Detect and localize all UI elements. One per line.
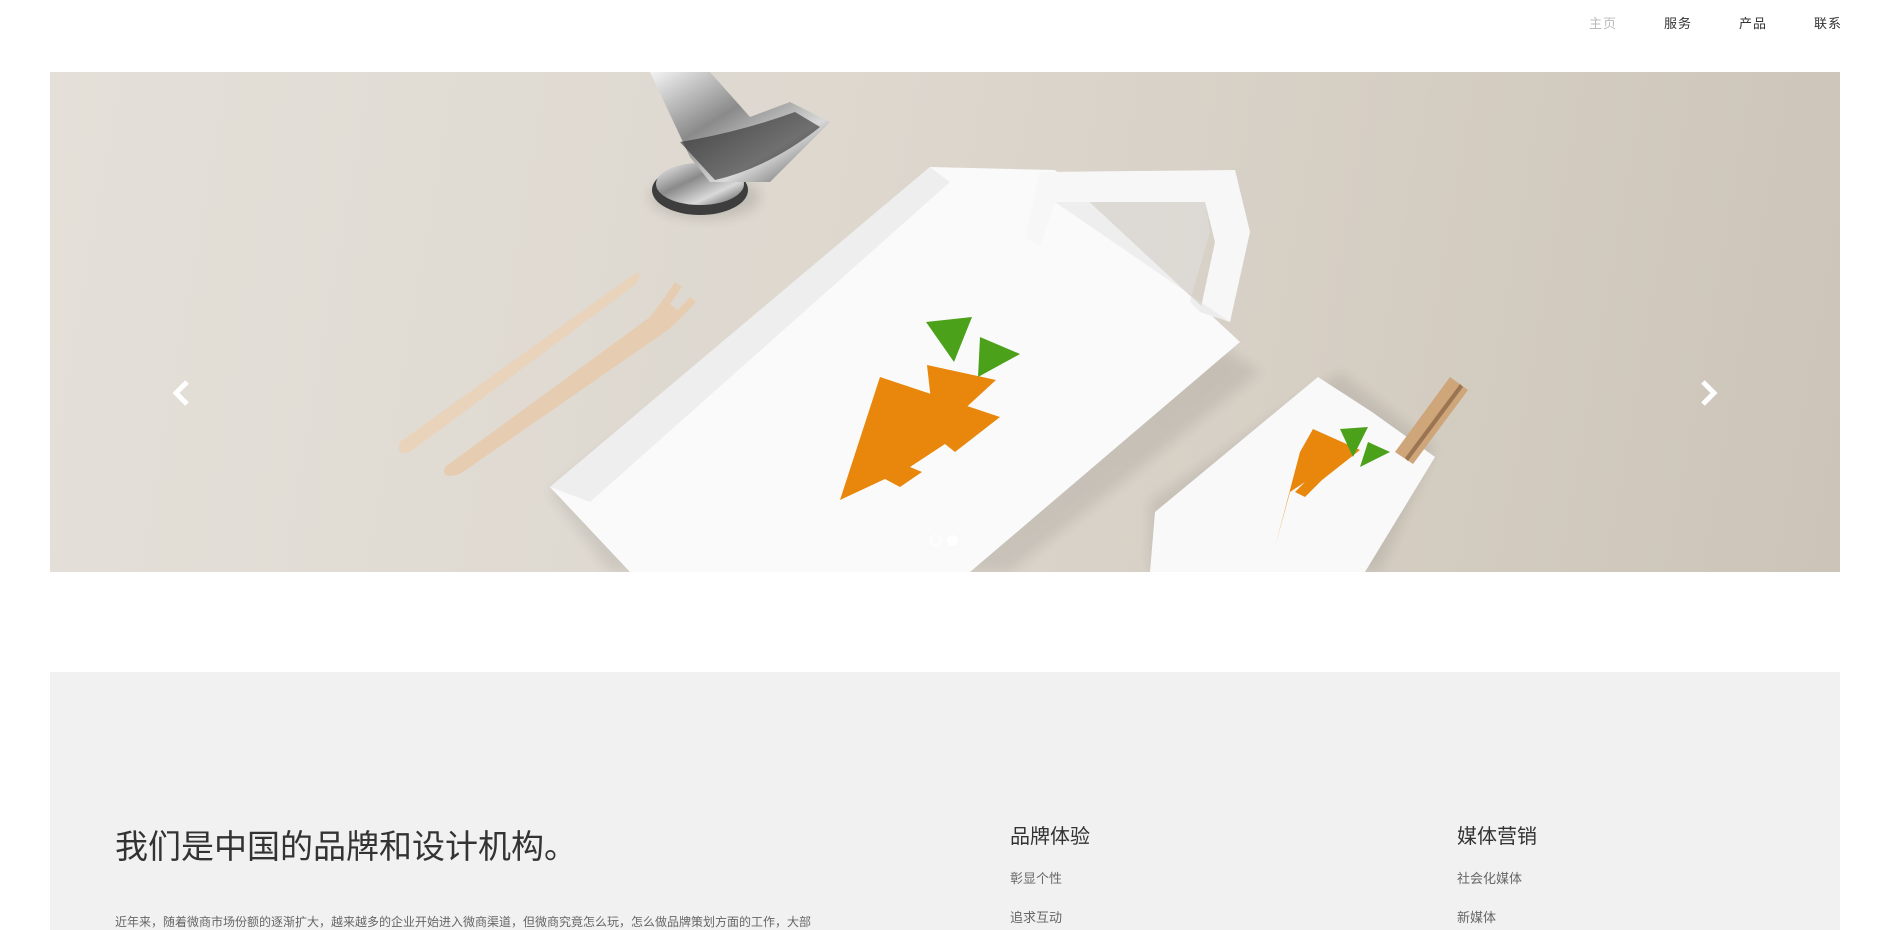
stapler-graphic [650,72,830,219]
list-item[interactable]: 彰显个性 [1010,868,1090,907]
about-heading: 我们是中国的品牌和设计机构。 [115,827,577,866]
carousel-next-arrow-icon[interactable] [1693,378,1723,408]
list-item[interactable]: 社会化媒体 [1457,868,1537,907]
media-marketing-column: 媒体营销 社会化媒体 新媒体 [1457,820,1537,930]
carousel-dot[interactable] [930,535,941,546]
carousel-prev-arrow-icon[interactable] [167,378,197,408]
hero-carousel [50,72,1840,572]
hero-image [398,72,1468,572]
page: 主页 服务 产品 联系 我们是中国的品牌和设计机构。 近年来，随着微商市场份额的… [0,0,1887,930]
nav-item-products[interactable]: 产品 [1739,13,1767,32]
about-paragraph: 近年来，随着微商市场份额的逐渐扩大，越来越多的企业开始进入微商渠道，但微商究竟怎… [115,915,812,929]
column-title: 品牌体验 [1010,824,1090,848]
nav-item-home[interactable]: 主页 [1589,13,1617,32]
list-item[interactable]: 追求互动 [1010,907,1090,930]
paper-bag-graphic [550,167,1250,572]
carousel-indicators [930,535,958,546]
nav-item-services[interactable]: 服务 [1664,13,1692,32]
list-item[interactable]: 新媒体 [1457,907,1537,930]
nav-item-contact[interactable]: 联系 [1814,13,1842,32]
carousel-dot-active[interactable] [947,535,958,546]
top-nav: 主页 服务 产品 联系 [1542,0,1887,44]
column-title: 媒体营销 [1457,824,1537,848]
about-section: 我们是中国的品牌和设计机构。 近年来，随着微商市场份额的逐渐扩大，越来越多的企业… [50,672,1840,930]
brand-experience-column: 品牌体验 彰显个性 追求互动 [1010,820,1090,930]
